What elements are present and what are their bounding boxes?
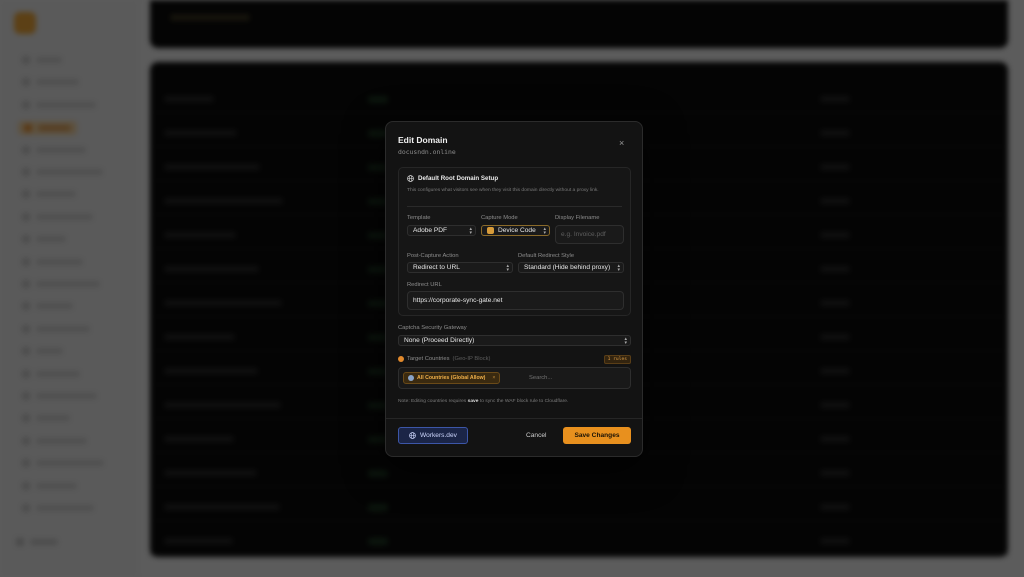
target-countries-header: Target Countries (Geo-IP Block) 1 rules — [398, 355, 631, 364]
close-icon[interactable]: × — [619, 139, 624, 148]
capture-mode-label: Capture Mode — [481, 215, 518, 221]
setup-heading-text: Default Root Domain Setup — [418, 175, 499, 182]
post-capture-label: Post-Capture Action — [407, 253, 459, 259]
modal-title: Edit Domain — [398, 135, 448, 145]
post-capture-value: Redirect to URL — [413, 264, 460, 271]
captcha-label: Captcha Security Gateway — [398, 325, 467, 331]
redirect-style-value: Standard (Hide behind proxy) — [524, 264, 611, 271]
footer-divider — [386, 418, 642, 419]
template-select[interactable]: Adobe PDF ▴ ▾ — [407, 225, 476, 236]
captcha-select[interactable]: None (Proceed Directly) ▴ ▾ — [398, 335, 631, 346]
workers-dev-label: Workers.dev — [420, 432, 457, 439]
edit-domain-modal: Edit Domain docusndn.online × Default Ro… — [385, 121, 643, 457]
countries-note: Note: Editing countries requires save to… — [398, 399, 568, 404]
workers-dev-button[interactable]: Workers.dev — [398, 427, 468, 444]
country-search-input[interactable] — [529, 375, 619, 381]
setup-description: This configures what visitors see when t… — [407, 188, 599, 193]
target-countries-text: Target Countries — [407, 356, 450, 362]
select-arrows-icon: ▴ ▾ — [543, 226, 546, 236]
setup-heading: Default Root Domain Setup — [407, 175, 498, 182]
note-suffix: to sync the WAF block rule to Cloudflare… — [478, 399, 569, 404]
redirect-style-select[interactable]: Standard (Hide behind proxy) ▴ ▾ — [518, 262, 624, 273]
capture-mode-value: Device Code — [498, 227, 536, 234]
cancel-button[interactable]: Cancel — [526, 427, 547, 444]
display-filename-label: Display Filename — [555, 215, 600, 221]
select-arrows-icon: ▴ ▾ — [506, 263, 509, 273]
redirect-url-label: Redirect URL — [407, 282, 442, 288]
display-filename-placeholder: e.g. Invoice.pdf — [561, 231, 606, 238]
modal-domain-name: docusndn.online — [398, 148, 456, 156]
root-domain-setup-section: Default Root Domain Setup This configure… — [398, 167, 631, 316]
globe-icon — [409, 432, 416, 439]
country-chip: All Countries (Global Allow) × — [403, 372, 501, 384]
template-value: Adobe PDF — [413, 227, 448, 234]
select-arrows-icon: ▴ ▾ — [617, 263, 620, 273]
template-label: Template — [407, 215, 431, 221]
device-code-emoji-icon — [487, 227, 494, 234]
note-bold: save — [467, 399, 479, 404]
redirect-url-value: https://corporate-sync-gate.net — [413, 297, 503, 304]
geo-ip-hint: (Geo-IP Block) — [452, 356, 491, 362]
globe-flag-icon — [408, 375, 414, 381]
select-arrows-icon: ▴ ▾ — [469, 226, 472, 236]
country-chip-label: All Countries (Global Allow) — [417, 375, 486, 381]
post-capture-select[interactable]: Redirect to URL ▴ ▾ — [407, 262, 513, 273]
note-prefix: Note: Editing countries requires — [398, 399, 468, 404]
globe-icon — [407, 175, 414, 182]
target-icon — [398, 356, 404, 362]
redirect-style-label: Default Redirect Style — [518, 253, 575, 259]
countries-multiselect[interactable]: All Countries (Global Allow) × — [398, 367, 631, 389]
capture-mode-select[interactable]: Device Code ▴ ▾ — [481, 225, 550, 236]
redirect-url-input[interactable]: https://corporate-sync-gate.net — [407, 291, 624, 310]
captcha-value: None (Proceed Directly) — [404, 337, 475, 344]
save-changes-button[interactable]: Save Changes — [563, 427, 631, 444]
display-filename-input[interactable]: e.g. Invoice.pdf — [555, 225, 624, 244]
chip-remove-icon[interactable]: × — [492, 375, 495, 381]
select-arrows-icon: ▴ ▾ — [624, 336, 627, 346]
target-countries-label: Target Countries (Geo-IP Block) — [398, 356, 490, 362]
rules-count-badge: 1 rules — [603, 355, 631, 364]
divider — [407, 206, 622, 207]
